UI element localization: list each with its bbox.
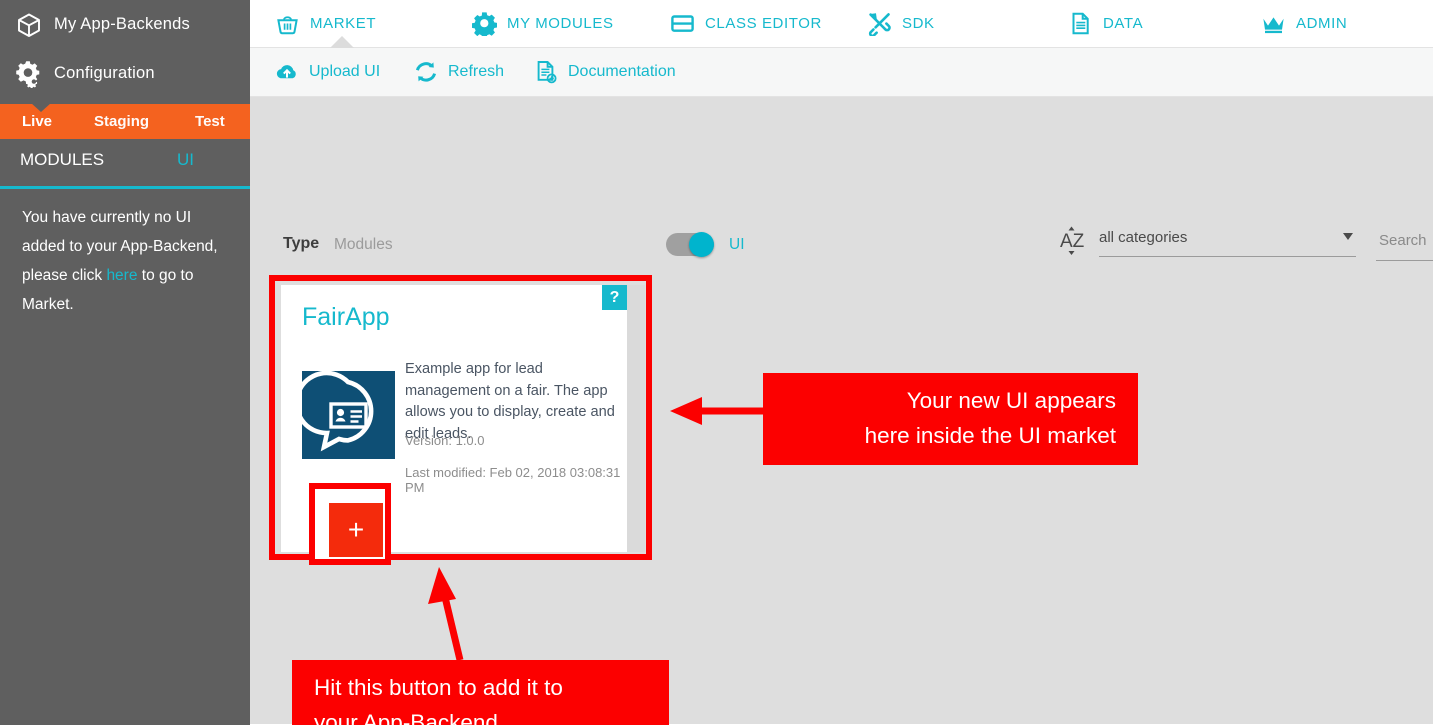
callout-line-1: Hit this button to add it to <box>314 675 563 700</box>
sidebar: My App-Backends Configuration Live Stagi… <box>0 0 250 725</box>
app-root: My App-Backends Configuration Live Stagi… <box>0 0 1433 725</box>
card-version: Version: 1.0.0 <box>405 433 485 448</box>
table-icon <box>669 10 695 36</box>
contact-card-bubble-icon <box>294 370 395 459</box>
type-filter-label: Type <box>283 235 320 252</box>
svg-text:AZ: AZ <box>1060 231 1085 252</box>
add-button-highlight: + <box>309 483 391 565</box>
nav-tab-sdk[interactable]: SDK <box>866 10 935 36</box>
sidebar-tab-ui[interactable]: UI <box>177 150 194 170</box>
sidebar-item-label: My App-Backends <box>54 15 190 33</box>
category-select-value: all categories <box>1099 229 1188 246</box>
tools-icon <box>866 10 892 36</box>
search-input[interactable]: Search <box>1376 229 1433 261</box>
sidebar-item-my-app-backends[interactable]: My App-Backends <box>0 0 250 49</box>
callout-line-2: your App-Backend <box>314 710 498 725</box>
help-badge[interactable]: ? <box>602 285 627 310</box>
stage-test[interactable]: Test <box>195 113 225 130</box>
add-to-backend-button[interactable]: + <box>329 503 383 557</box>
sub-toolbar: Upload UI Refresh Documentation <box>250 48 1433 97</box>
search-placeholder: Search <box>1379 232 1427 249</box>
chevron-down-icon <box>1343 233 1353 240</box>
top-navigation: MARKET MY MODULES CLASS EDITOR SDK DATA … <box>250 0 1433 48</box>
ui-card-wrapper: ? FairApp Example app for lead managemen… <box>281 285 645 565</box>
gear-icon <box>14 59 44 89</box>
main-column: MARKET MY MODULES CLASS EDITOR SDK DATA … <box>250 0 1433 725</box>
sidebar-item-label: Configuration <box>54 64 155 82</box>
stage-pointer-notch <box>31 103 51 112</box>
nav-tab-label: DATA <box>1103 14 1144 32</box>
sidebar-item-configuration[interactable]: Configuration <box>0 49 250 98</box>
nav-tab-label: MARKET <box>310 14 377 32</box>
content-area: Type Modules UI AZ all categories Search <box>250 97 1433 725</box>
document-icon <box>1067 10 1093 36</box>
nav-tab-label: CLASS EDITOR <box>705 14 822 32</box>
stage-staging[interactable]: Staging <box>94 113 149 130</box>
active-tab-indicator <box>330 36 354 48</box>
upload-ui-button[interactable]: Upload UI <box>274 59 380 85</box>
stage-live[interactable]: Live <box>22 113 52 130</box>
nav-tab-label: ADMIN <box>1296 14 1348 32</box>
nav-tab-data[interactable]: DATA <box>1067 10 1143 36</box>
nav-tab-label: MY MODULES <box>507 14 614 32</box>
gear-icon <box>471 10 497 36</box>
documentation-button[interactable]: Documentation <box>533 59 676 85</box>
modules-option-label[interactable]: Modules <box>334 236 393 254</box>
basket-icon <box>274 10 300 36</box>
refresh-button[interactable]: Refresh <box>413 59 504 85</box>
nav-tab-class-editor[interactable]: CLASS EDITOR <box>669 10 822 36</box>
crown-icon <box>1260 10 1286 36</box>
sub-toolbar-label: Upload UI <box>309 63 381 80</box>
refresh-icon <box>413 59 439 85</box>
ui-card-fairapp[interactable]: ? FairApp Example app for lead managemen… <box>281 285 627 565</box>
nav-tab-admin[interactable]: ADMIN <box>1260 10 1347 36</box>
callout-line-2: here inside the UI market <box>864 423 1116 448</box>
callout-hit-button: Hit this button to add it to your App-Ba… <box>292 660 669 725</box>
sidebar-tab-modules[interactable]: MODULES <box>20 150 104 170</box>
sidebar-tabs: MODULES UI <box>0 139 250 189</box>
document-help-icon <box>533 59 559 85</box>
nav-tab-label: SDK <box>902 14 935 32</box>
card-title: FairApp <box>302 303 390 331</box>
card-last-modified: Last modified: Feb 02, 2018 03:08:31 PM <box>405 465 621 495</box>
sub-toolbar-label: Refresh <box>448 63 505 80</box>
az-sort-icon[interactable]: AZ <box>1058 225 1088 262</box>
sidebar-empty-message: You have currently no UI added to your A… <box>22 203 234 319</box>
type-toggle-switch[interactable] <box>666 232 714 257</box>
cloud-upload-icon <box>274 59 300 85</box>
ui-option-label[interactable]: UI <box>729 236 745 254</box>
nav-tab-market[interactable]: MARKET <box>274 10 376 36</box>
stage-selector: Live Staging Test <box>0 103 250 139</box>
toggle-knob <box>689 232 714 257</box>
nav-tab-my-modules[interactable]: MY MODULES <box>471 10 614 36</box>
callout-line-1: Your new UI appears <box>906 388 1116 413</box>
sub-toolbar-label: Documentation <box>568 63 676 80</box>
category-select[interactable]: all categories <box>1099 225 1356 257</box>
callout-new-ui-appears: Your new UI appears here inside the UI m… <box>763 373 1138 465</box>
market-link[interactable]: here <box>106 267 137 284</box>
cube-icon <box>14 10 44 40</box>
